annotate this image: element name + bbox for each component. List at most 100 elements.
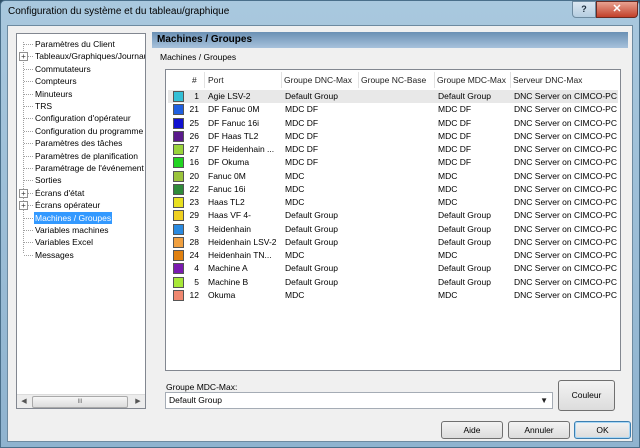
color-swatch <box>173 157 184 169</box>
scroll-left-icon[interactable]: ◀ <box>17 396 31 408</box>
tree-item[interactable]: Minuteurs <box>34 88 73 100</box>
cell-server: DNC Server on CIMCO-PC <box>514 144 617 154</box>
cell-dnc: Default Group <box>285 210 338 221</box>
mdc-group-label: Groupe MDC-Max: <box>166 382 238 392</box>
cell-port: Haas VF 4- <box>208 210 251 221</box>
table-row[interactable]: 12 Okuma MDC MDC DNC Server on CIMCO-PC <box>168 289 618 302</box>
tree-guide-branch <box>24 68 33 70</box>
column-header[interactable]: # <box>192 74 197 86</box>
column-separator[interactable] <box>281 72 282 88</box>
expand-icon[interactable]: + <box>19 188 28 198</box>
tree-guide-branch <box>24 143 33 145</box>
column-separator[interactable] <box>358 72 359 88</box>
settings-tree[interactable]: ◀ III ▶ Paramètres du Client + Tableaux/Gr… <box>16 33 146 409</box>
cell-num: 22 <box>189 183 199 194</box>
ok-button[interactable]: OK <box>574 421 631 439</box>
column-separator[interactable] <box>510 72 511 88</box>
color-swatch <box>173 130 184 142</box>
cell-mdc: Default Group <box>438 263 491 274</box>
cell-port: Machine B <box>208 276 249 287</box>
table-row[interactable]: 29 Haas VF 4- Default Group Default Group DN… <box>168 209 618 222</box>
dialog-client-area: ◀ III ▶ Paramètres du Client + Tableaux/Gr… <box>7 25 633 442</box>
tree-item[interactable]: Écrans opérateur <box>34 199 101 211</box>
tree-guide-branch <box>24 118 33 120</box>
expand-icon[interactable]: + <box>19 52 28 62</box>
table-row[interactable]: 23 Haas TL2 MDC MDC DNC Server on CIMCO-PC <box>168 196 618 209</box>
tree-item[interactable]: Paramétrage de l'événement <box>34 162 145 174</box>
tree-guide-branch <box>24 217 33 219</box>
tree-item[interactable]: Commutateurs <box>34 63 92 75</box>
cancel-button[interactable]: Annuler <box>508 421 570 439</box>
table-row[interactable]: 21 DF Fanuc 0M MDC DF MDC DF DNC Server on C… <box>168 103 618 116</box>
table-row[interactable]: 1 Agie LSV-2 Default Group Default Group DNC… <box>168 90 618 103</box>
color-swatch <box>173 250 184 261</box>
tree-item[interactable]: Variables machines <box>34 224 110 236</box>
cell-dnc: Default Group <box>285 276 338 287</box>
table-row[interactable]: 27 DF Heidenhain ... MDC DF MDC DF DNC Serve… <box>168 143 618 156</box>
tree-item[interactable]: Paramètres de planification <box>34 150 139 162</box>
tree-item[interactable]: Sorties <box>34 174 62 186</box>
title-bar[interactable]: Configuration du système et du tableau/g… <box>1 1 639 25</box>
scroll-right-icon[interactable]: ▶ <box>131 396 145 408</box>
tree-item[interactable]: Paramètres du Client <box>34 38 116 50</box>
cell-mdc: Default Group <box>438 236 491 247</box>
column-header[interactable]: Serveur DNC-Max <box>513 74 582 86</box>
table-row[interactable]: 20 Fanuc 0M MDC MDC DNC Server on CIMCO-PC <box>168 170 618 183</box>
table-row[interactable]: 26 DF Haas TL2 MDC DF MDC DF DNC Server on C… <box>168 130 618 143</box>
cell-num: 20 <box>189 170 199 181</box>
cell-port: DF Fanuc 16i <box>208 117 260 128</box>
tree-item[interactable]: Tableaux/Graphiques/Journaux <box>34 50 145 62</box>
tree-item[interactable]: Paramètres des tâches <box>34 137 123 149</box>
cell-dnc: MDC DF <box>285 130 319 141</box>
tree-item[interactable]: Machines / Groupes <box>34 211 113 224</box>
tree-item[interactable]: TRS <box>34 100 53 112</box>
column-header[interactable]: Port <box>208 74 224 86</box>
table-row[interactable]: 16 DF Okuma MDC DF MDC DF DNC Server on CIMC… <box>168 156 618 169</box>
table-row[interactable]: 22 Fanuc 16i MDC MDC DNC Server on CIMCO-PC <box>168 183 618 196</box>
cell-mdc: MDC DF <box>438 104 472 115</box>
color-swatch <box>173 223 184 235</box>
tree-guide-branch <box>24 180 33 182</box>
table-row[interactable]: 28 Heidenhain LSV-2 Default Group Default G… <box>168 236 618 249</box>
tree-item[interactable]: Configuration d'opérateur <box>34 112 132 124</box>
table-row[interactable]: 25 DF Fanuc 16i MDC DF MDC DF DNC Server on … <box>168 117 618 130</box>
cell-mdc: MDC <box>438 250 458 260</box>
column-separator[interactable] <box>434 72 435 88</box>
cell-num: 12 <box>189 289 199 300</box>
tree-item[interactable]: Écrans d'état <box>34 187 85 199</box>
tree-item[interactable]: Configuration du programme <box>34 125 144 137</box>
machines-table[interactable]: # Port Groupe DNC-Max Groupe NC-Base Groupe … <box>165 69 621 371</box>
tree-guide-branch <box>24 130 33 132</box>
chevron-down-icon[interactable]: ▼ <box>540 396 548 405</box>
cell-mdc: Default Group <box>438 210 491 221</box>
color-swatch <box>173 170 184 182</box>
help-titlebar-button[interactable]: ? <box>572 1 596 18</box>
cell-mdc: Default Group <box>438 91 491 101</box>
panel-header: Machines / Groupes <box>152 32 628 48</box>
column-header[interactable]: Groupe NC-Base <box>361 74 426 86</box>
table-row[interactable]: 4 Machine A Default Group Default Group DNC … <box>168 262 618 275</box>
tree-horizontal-scrollbar[interactable]: ◀ III ▶ <box>17 394 145 408</box>
column-header[interactable]: Groupe MDC-Max <box>437 74 506 86</box>
mdc-group-select[interactable]: Default Group ▼ <box>165 392 553 409</box>
color-button[interactable]: Couleur <box>558 380 615 411</box>
column-header[interactable]: Groupe DNC-Max <box>284 74 352 86</box>
tree-item[interactable]: Variables Excel <box>34 236 94 248</box>
cell-dnc: MDC DF <box>285 144 319 154</box>
cell-num: 1 <box>194 91 199 101</box>
tree-item[interactable]: Compteurs <box>34 75 78 87</box>
tree-item[interactable]: Messages <box>34 249 75 261</box>
tree-guide-branch <box>24 168 33 169</box>
table-row[interactable]: 5 Machine B Default Group Default Group DNC … <box>168 276 618 289</box>
close-button[interactable]: ✕ <box>596 1 638 18</box>
expand-icon[interactable]: + <box>19 201 28 211</box>
color-swatch <box>173 289 184 301</box>
column-separator[interactable] <box>204 72 205 88</box>
cell-port: Fanuc 16i <box>208 183 246 194</box>
table-row[interactable]: 3 Heidenhain Default Group Default Group DNC… <box>168 223 618 236</box>
color-swatch <box>173 117 184 129</box>
help-button[interactable]: Aide <box>441 421 503 439</box>
table-row[interactable]: 24 Heidenhain TN... MDC MDC DNC Server on CI… <box>168 249 618 262</box>
cell-server: DNC Server on CIMCO-PC <box>514 197 617 207</box>
scroll-thumb[interactable]: III <box>32 396 128 408</box>
